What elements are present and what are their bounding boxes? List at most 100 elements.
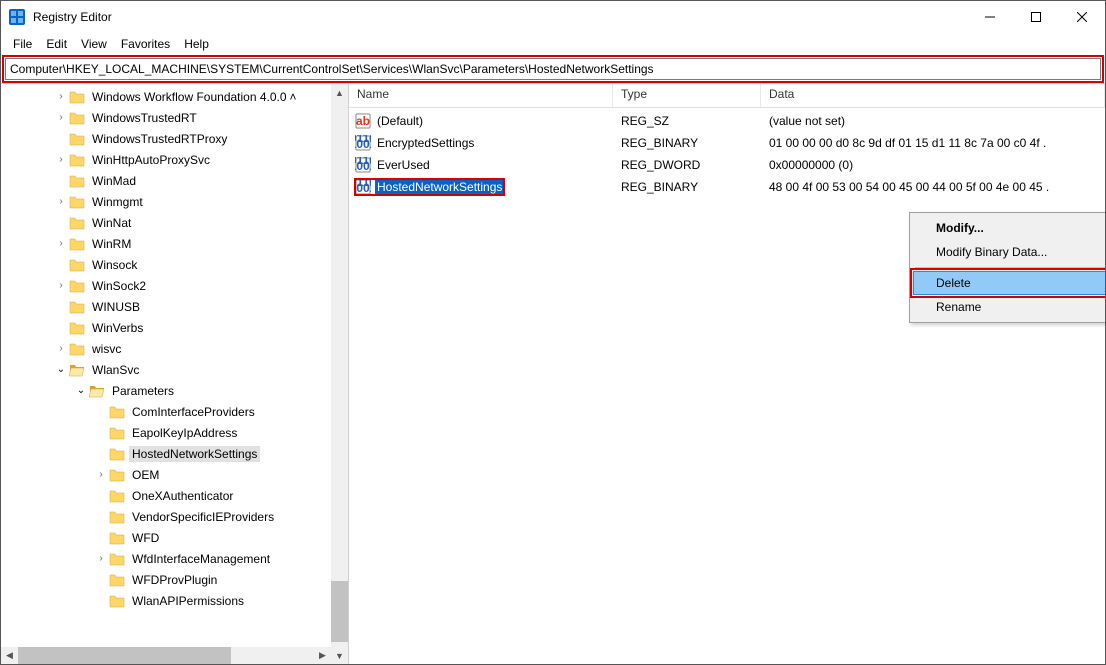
context-menu-item[interactable]: Rename [913,295,1105,319]
tree-item[interactable]: WFD [1,527,348,548]
scroll-thumb[interactable] [331,581,348,641]
menu-favorites[interactable]: Favorites [115,35,176,53]
folder-icon [69,278,85,294]
folder-icon [69,89,85,105]
menu-file[interactable]: File [7,35,38,53]
chevron-right-icon[interactable]: › [93,469,109,480]
tree-item-label: WindowsTrustedRT [89,110,200,126]
tree-item[interactable]: EapolKeyIpAddress [1,422,348,443]
context-menu-item[interactable]: Delete [913,271,1105,295]
chevron-right-icon[interactable]: › [53,343,69,354]
chevron-down-icon[interactable]: ⌄ [73,385,89,396]
tree-item[interactable]: WinNat [1,212,348,233]
tree-item[interactable]: WlanAPIPermissions [1,590,348,611]
tree-item[interactable]: OneXAuthenticator [1,485,348,506]
tree-item[interactable]: ›WinRM [1,233,348,254]
folder-icon [109,572,125,588]
menu-help[interactable]: Help [178,35,215,53]
tree-item[interactable]: WFDProvPlugin [1,569,348,590]
folder-icon [109,425,125,441]
folder-icon [109,467,125,483]
address-bar[interactable] [5,58,1101,80]
folder-icon [69,131,85,147]
value-row[interactable]: EncryptedSettingsREG_BINARY01 00 00 00 d… [349,132,1105,154]
chevron-right-icon[interactable]: › [53,112,69,123]
value-row[interactable]: EverUsed REG_DWORD0x00000000 (0) [349,154,1105,176]
folder-icon [109,488,125,504]
tree-item[interactable]: WINUSB [1,296,348,317]
scroll-thumb[interactable] [18,647,231,664]
tree-scrollbar-vertical[interactable]: ▲ ▼ [331,84,348,664]
value-list[interactable]: Name Type Data (Default)REG_SZ(value not… [349,84,1105,664]
menu-view[interactable]: View [75,35,113,53]
column-type[interactable]: Type [613,84,761,107]
window-title: Registry Editor [33,10,112,24]
folder-icon [69,152,85,168]
tree-item-label: OEM [129,467,162,483]
tree-item-label: Windows Workflow Foundation 4.0.0 [89,89,290,105]
value-row[interactable]: HostedNetworkSettingsREG_BINARY48 00 4f … [349,176,1105,198]
tree-item[interactable]: ›WinHttpAutoProxySvc [1,149,348,170]
tree-scrollbar-horizontal[interactable]: ◀ ▶ [1,647,331,664]
column-name[interactable]: Name [349,84,613,107]
context-menu-item[interactable]: Modify Binary Data... [913,240,1105,264]
tree-item[interactable]: › WindowsTrustedRT [1,107,348,128]
tree-item[interactable]: Winsock [1,254,348,275]
chevron-right-icon[interactable]: › [53,91,69,102]
tree-item[interactable]: HostedNetworkSettings [1,443,348,464]
tree-item-label: WinSock2 [89,278,149,294]
tree-item-label: VendorSpecificIEProviders [129,509,277,525]
value-type: REG_DWORD [613,158,761,172]
chevron-down-icon[interactable]: ⌄ [53,364,69,375]
tree-item[interactable]: › wisvc [1,338,348,359]
scroll-right-icon[interactable]: ▶ [314,647,331,664]
tree-item[interactable]: ⌄Parameters [1,380,348,401]
scroll-down-icon[interactable]: ▼ [331,647,348,664]
tree-item-label: WinNat [89,215,134,231]
chevron-right-icon[interactable]: › [53,196,69,207]
tree-item[interactable]: WinVerbs [1,317,348,338]
folder-icon [109,404,125,420]
chevron-right-icon[interactable]: › [53,238,69,249]
value-name: EverUsed [375,157,432,173]
folder-icon [69,215,85,231]
minimize-button[interactable] [967,1,1013,33]
close-button[interactable] [1059,1,1105,33]
tree-item[interactable]: VendorSpecificIEProviders [1,506,348,527]
folder-open-icon [69,362,85,378]
folder-icon [69,110,85,126]
context-menu-item[interactable]: Modify... [913,216,1105,240]
value-data: 0x00000000 (0) [761,158,1105,172]
column-data[interactable]: Data [761,84,1105,107]
tree-item[interactable]: ›WfdInterfaceManagement [1,548,348,569]
chevron-right-icon[interactable]: › [93,553,109,564]
chevron-right-icon[interactable]: › [53,154,69,165]
tree-item[interactable]: › WinSock2 [1,275,348,296]
folder-icon [69,320,85,336]
reg-binary-icon [355,157,371,173]
reg-string-icon [355,113,371,129]
scroll-left-icon[interactable]: ◀ [1,647,18,664]
value-data: (value not set) [761,114,1105,128]
chevron-right-icon[interactable]: › [53,280,69,291]
regedit-app-icon [9,9,25,25]
tree-item[interactable]: ›Windows Workflow Foundation 4.0.0 ˄ [1,86,348,107]
tree-item-label: Winsock [89,257,140,273]
tree-item[interactable]: WindowsTrustedRTProxy [1,128,348,149]
scroll-up-icon[interactable]: ▲ [331,84,348,101]
maximize-button[interactable] [1013,1,1059,33]
menu-edit[interactable]: Edit [40,35,73,53]
tree-item[interactable]: › OEM [1,464,348,485]
tree-item[interactable]: WinMad [1,170,348,191]
tree-item[interactable]: ⌄WlanSvc [1,359,348,380]
value-row[interactable]: (Default)REG_SZ(value not set) [349,110,1105,132]
tree-item-label: WFDProvPlugin [129,572,220,588]
registry-tree[interactable]: ›Windows Workflow Foundation 4.0.0 ˄›Win… [1,84,349,664]
tree-item-label: wisvc [89,341,124,357]
tree-item[interactable]: ›Winmgmt [1,191,348,212]
tree-item-label: WinVerbs [89,320,146,336]
folder-open-icon [89,383,105,399]
tree-item-label: EapolKeyIpAddress [129,425,240,441]
folder-icon [69,173,85,189]
tree-item[interactable]: ComInterfaceProviders [1,401,348,422]
